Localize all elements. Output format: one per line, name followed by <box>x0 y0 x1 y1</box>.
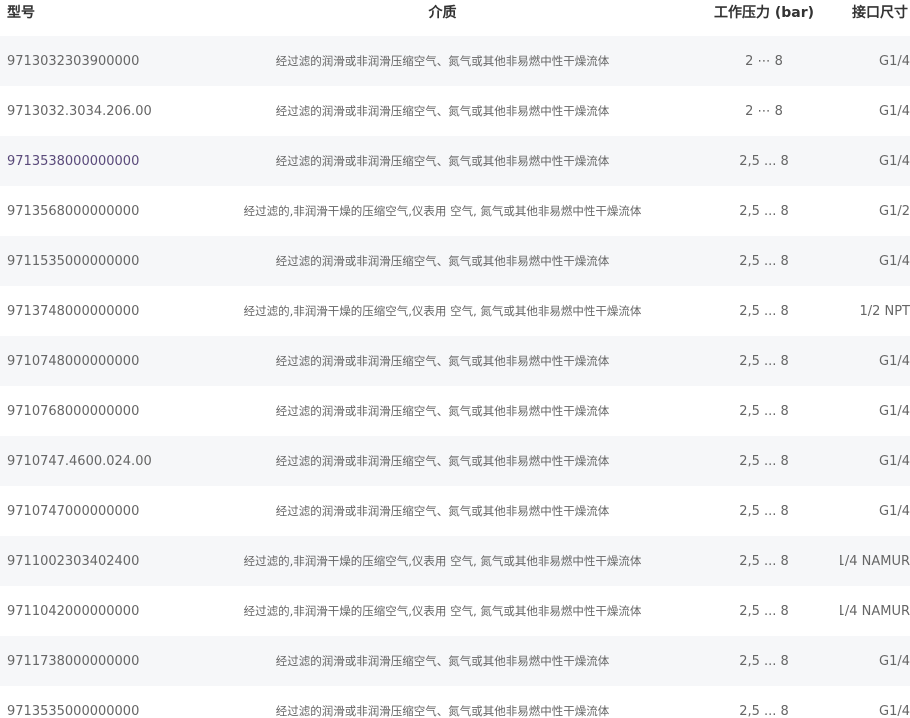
header-model: 型号 <box>7 5 35 21</box>
model-cell[interactable]: 9713538000000000 <box>7 136 227 186</box>
pressure-cell: 2,5 ... 8 <box>739 553 789 569</box>
model-cell[interactable]: 9711535000000000 <box>7 236 227 286</box>
table-row[interactable]: 9713748000000000 经过滤的,非润滑干燥的压缩空气,仪表用 空气, … <box>0 286 910 336</box>
medium-cell: 经过滤的润滑或非润滑压缩空气、氮气或其他非易燃中性干燥流体 <box>275 454 610 468</box>
pressure-cell: 2,5 ... 8 <box>739 453 789 469</box>
port-cell: G1/4 <box>879 703 910 718</box>
pressure-cell: 2,5 ... 8 <box>739 653 789 669</box>
medium-cell: 经过滤的润滑或非润滑压缩空气、氮气或其他非易燃中性干燥流体 <box>275 104 610 118</box>
table-row[interactable]: 9710747.4600.024.00 经过滤的润滑或非润滑压缩空气、氮气或其他非… <box>0 436 910 486</box>
model-cell[interactable]: 9710768000000000 <box>7 386 227 436</box>
medium-cell: 经过滤的润滑或非润滑压缩空气、氮气或其他非易燃中性干燥流体 <box>275 354 610 368</box>
pressure-cell: 2,5 ... 8 <box>739 353 789 369</box>
medium-cell: 经过滤的,非润滑干燥的压缩空气,仪表用 空气, 氮气或其他非易燃中性干燥流体 <box>243 304 642 318</box>
table-header: 型号 介质 工作压力 (bar) 接口尺寸 <box>0 0 910 36</box>
table-row[interactable]: 9713535000000000 经过滤的润滑或非润滑压缩空气、氮气或其他非易燃中… <box>0 686 910 718</box>
model-cell[interactable]: 9713032303900000 <box>7 36 227 86</box>
port-cell: G1/4 NAMUR <box>840 603 910 619</box>
model-cell[interactable]: 9711738000000000 <box>7 636 227 686</box>
pressure-cell: 2,5 ... 8 <box>739 153 789 169</box>
pressure-cell: 2,5 ... 8 <box>739 603 789 619</box>
pressure-cell: 2,5 ... 8 <box>739 303 789 319</box>
model-cell[interactable]: 9713032.3034.206.00 <box>7 86 227 136</box>
table-row[interactable]: 9713538000000000 经过滤的润滑或非润滑压缩空气、氮气或其他非易燃中… <box>0 136 910 186</box>
medium-cell: 经过滤的润滑或非润滑压缩空气、氮气或其他非易燃中性干燥流体 <box>275 404 610 418</box>
port-cell: G1/4 <box>879 153 910 169</box>
port-cell: G1/4 <box>879 53 910 69</box>
table-row[interactable]: 9713032.3034.206.00 经过滤的润滑或非润滑压缩空气、氮气或其他非… <box>0 86 910 136</box>
table-row[interactable]: 9710768000000000 经过滤的润滑或非润滑压缩空气、氮气或其他非易燃中… <box>0 386 910 436</box>
medium-cell: 经过滤的,非润滑干燥的压缩空气,仪表用 空气, 氮气或其他非易燃中性干燥流体 <box>243 204 642 218</box>
medium-cell: 经过滤的润滑或非润滑压缩空气、氮气或其他非易燃中性干燥流体 <box>275 154 610 168</box>
table-row[interactable]: 9710748000000000 经过滤的润滑或非润滑压缩空气、氮气或其他非易燃中… <box>0 336 910 386</box>
pressure-cell: 2,5 ... 8 <box>739 403 789 419</box>
table-row[interactable]: 9710747000000000 经过滤的润滑或非润滑压缩空气、氮气或其他非易燃中… <box>0 486 910 536</box>
table-row[interactable]: 9711738000000000 经过滤的润滑或非润滑压缩空气、氮气或其他非易燃中… <box>0 636 910 686</box>
model-cell[interactable]: 9713748000000000 <box>7 286 227 336</box>
table-row[interactable]: 9711535000000000 经过滤的润滑或非润滑压缩空气、氮气或其他非易燃中… <box>0 236 910 286</box>
header-pressure: 工作压力 (bar) <box>713 5 815 21</box>
port-cell: G1/4 <box>879 103 910 119</box>
port-cell: G1/4 <box>879 503 910 519</box>
port-cell: 1/2 NPT <box>859 303 910 319</box>
model-cell[interactable]: 9710747.4600.024.00 <box>7 436 227 486</box>
table-row[interactable]: 9711002303402400 经过滤的,非润滑干燥的压缩空气,仪表用 空气, … <box>0 536 910 586</box>
model-cell[interactable]: 9710748000000000 <box>7 336 227 386</box>
pressure-cell: 2,5 ... 8 <box>739 203 789 219</box>
port-cell: G1/4 <box>879 353 910 369</box>
header-port: 接口尺寸 <box>852 5 908 21</box>
pressure-cell: 2,5 ... 8 <box>739 503 789 519</box>
medium-cell: 经过滤的,非润滑干燥的压缩空气,仪表用 空气, 氮气或其他非易燃中性干燥流体 <box>243 554 642 568</box>
medium-cell: 经过滤的润滑或非润滑压缩空气、氮气或其他非易燃中性干燥流体 <box>275 654 610 668</box>
pressure-cell: 2,5 ... 8 <box>739 253 789 269</box>
port-cell: G1/4 NAMUR <box>840 553 910 569</box>
port-cell: G1/4 <box>879 453 910 469</box>
medium-cell: 经过滤的润滑或非润滑压缩空气、氮气或其他非易燃中性干燥流体 <box>275 54 610 68</box>
header-medium: 介质 <box>428 5 457 21</box>
model-cell[interactable]: 9713535000000000 <box>7 686 227 718</box>
medium-cell: 经过滤的润滑或非润滑压缩空气、氮气或其他非易燃中性干燥流体 <box>275 704 610 718</box>
port-cell: G1/4 <box>879 403 910 419</box>
model-cell[interactable]: 9711002303402400 <box>7 536 227 586</box>
product-table: 型号 介质 工作压力 (bar) 接口尺寸 9713032303900000 经过… <box>0 0 910 718</box>
pressure-cell: 2 ⋯ 8 <box>745 103 783 119</box>
table-row[interactable]: 9713568000000000 经过滤的,非润滑干燥的压缩空气,仪表用 空气, … <box>0 186 910 236</box>
medium-cell: 经过滤的润滑或非润滑压缩空气、氮气或其他非易燃中性干燥流体 <box>275 504 610 518</box>
table-row[interactable]: 9711042000000000 经过滤的,非润滑干燥的压缩空气,仪表用 空气, … <box>0 586 910 636</box>
port-cell: G1/4 <box>879 653 910 669</box>
table-row[interactable]: 9713032303900000 经过滤的润滑或非润滑压缩空气、氮气或其他非易燃中… <box>0 36 910 86</box>
pressure-cell: 2,5 ... 8 <box>739 703 789 718</box>
pressure-cell: 2 ⋯ 8 <box>745 53 783 69</box>
model-cell[interactable]: 9713568000000000 <box>7 186 227 236</box>
model-cell[interactable]: 9710747000000000 <box>7 486 227 536</box>
medium-cell: 经过滤的,非润滑干燥的压缩空气,仪表用 空气, 氮气或其他非易燃中性干燥流体 <box>243 604 642 618</box>
port-cell: G1/2 <box>879 203 910 219</box>
medium-cell: 经过滤的润滑或非润滑压缩空气、氮气或其他非易燃中性干燥流体 <box>275 254 610 268</box>
model-cell[interactable]: 9711042000000000 <box>7 586 227 636</box>
port-cell: G1/4 <box>879 253 910 269</box>
